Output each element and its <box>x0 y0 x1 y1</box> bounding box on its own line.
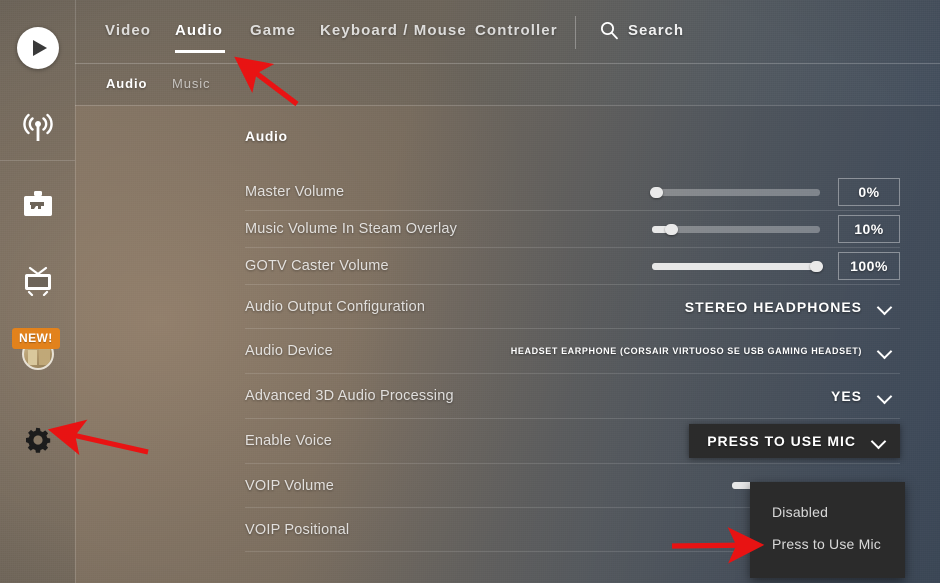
dropdown-value: YES <box>830 388 862 404</box>
audio-output-configuration-dropdown[interactable]: STEREO HEADPHONES <box>673 294 900 320</box>
row-label: VOIP Positional <box>245 521 350 538</box>
row-label: Audio Output Configuration <box>245 298 426 315</box>
row-label: Master Volume <box>245 184 345 200</box>
broadcast-antenna-icon <box>22 113 53 141</box>
chevron-down-icon <box>878 389 892 403</box>
sidebar-item-broadcast[interactable] <box>0 105 75 153</box>
master-volume-slider[interactable] <box>650 186 820 198</box>
gear-icon <box>25 427 50 453</box>
sidebar-divider-line <box>75 0 76 583</box>
row-label: Advanced 3D Audio Processing <box>245 388 454 404</box>
sidebar-item-watch[interactable] <box>0 256 75 304</box>
enable-voice-dropdown[interactable]: PRESS TO USE MIC <box>689 424 900 458</box>
setting-row-advanced-3d-audio-processing: Advanced 3D Audio Processing YES <box>245 374 900 419</box>
search-button[interactable]: Search <box>599 20 684 40</box>
sub-tabs: Audio Music <box>75 63 940 105</box>
header-separator <box>575 16 576 49</box>
audio-device-dropdown[interactable]: HEADSET EARPHONE (CORSAIR VIRTUOSO SE US… <box>499 339 900 363</box>
dropdown-value: STEREO HEADPHONES <box>684 298 862 315</box>
weapon-case-icon <box>23 191 52 216</box>
sidebar-item-settings[interactable] <box>0 416 75 464</box>
master-volume-value[interactable]: 0% <box>838 178 900 206</box>
chevron-down-icon <box>878 344 892 358</box>
play-icon <box>16 27 59 69</box>
chevron-down-icon <box>878 300 892 314</box>
left-sidebar: NEW! <box>0 0 75 583</box>
gotv-caster-volume-slider[interactable] <box>652 260 823 272</box>
setting-row-master-volume: Master Volume 0% <box>245 174 900 211</box>
game-settings-screen: NEW! Video Audio Game Keyboard / Mouse C… <box>0 0 940 583</box>
tab-audio[interactable]: Audio <box>175 22 223 39</box>
row-label: GOTV Caster Volume <box>245 258 389 274</box>
music-volume-value[interactable]: 10% <box>838 215 900 243</box>
setting-row-music-volume-steam-overlay: Music Volume In Steam Overlay 10% <box>245 211 900 248</box>
chevron-down-icon <box>872 434 886 448</box>
setting-row-audio-device: Audio Device HEADSET EARPHONE (CORSAIR V… <box>245 329 900 374</box>
dropdown-value: HEADSET EARPHONE (CORSAIR VIRTUOSO SE US… <box>510 346 862 356</box>
section-title: Audio <box>245 128 288 144</box>
setting-row-gotv-caster-volume: GOTV Caster Volume 100% <box>245 248 900 285</box>
subtab-audio[interactable]: Audio <box>106 76 147 91</box>
top-header: Video Audio Game Keyboard / Mouse Contro… <box>75 0 940 105</box>
tv-icon <box>24 266 51 296</box>
new-badge: NEW! <box>12 328 60 349</box>
sidebar-item-inventory[interactable] <box>0 180 75 228</box>
gotv-caster-volume-value[interactable]: 100% <box>838 252 900 280</box>
tab-video[interactable]: Video <box>105 22 151 39</box>
sidebar-divider-1 <box>0 160 75 161</box>
advanced-3d-audio-dropdown[interactable]: YES <box>819 383 900 409</box>
row-label: VOIP Volume <box>245 477 334 494</box>
row-label: Enable Voice <box>245 433 333 449</box>
dropdown-option-press-to-use-mic[interactable]: Press to Use Mic <box>750 528 905 560</box>
panel-top-border <box>75 105 940 106</box>
sidebar-item-play[interactable] <box>0 24 75 72</box>
tab-audio-underline <box>175 50 225 53</box>
subtab-music[interactable]: Music <box>172 76 210 91</box>
search-icon <box>601 22 618 40</box>
tab-game[interactable]: Game <box>250 22 296 39</box>
enable-voice-dropdown-menu: Disabled Press to Use Mic <box>750 482 905 578</box>
search-label: Search <box>628 21 685 39</box>
main-tabs: Video Audio Game Keyboard / Mouse Contro… <box>75 0 940 64</box>
dropdown-value: PRESS TO USE MIC <box>707 433 856 449</box>
music-volume-slider[interactable] <box>652 223 820 235</box>
row-label: Audio Device <box>245 343 333 359</box>
setting-row-audio-output-configuration: Audio Output Configuration STEREO HEADPH… <box>245 285 900 329</box>
setting-row-enable-voice: Enable Voice PRESS TO USE MIC <box>245 419 900 464</box>
tab-controller[interactable]: Controller <box>475 22 558 39</box>
row-label: Music Volume In Steam Overlay <box>245 221 458 237</box>
tab-keyboard-mouse[interactable]: Keyboard / Mouse <box>320 22 467 39</box>
dropdown-option-disabled[interactable]: Disabled <box>750 496 905 528</box>
